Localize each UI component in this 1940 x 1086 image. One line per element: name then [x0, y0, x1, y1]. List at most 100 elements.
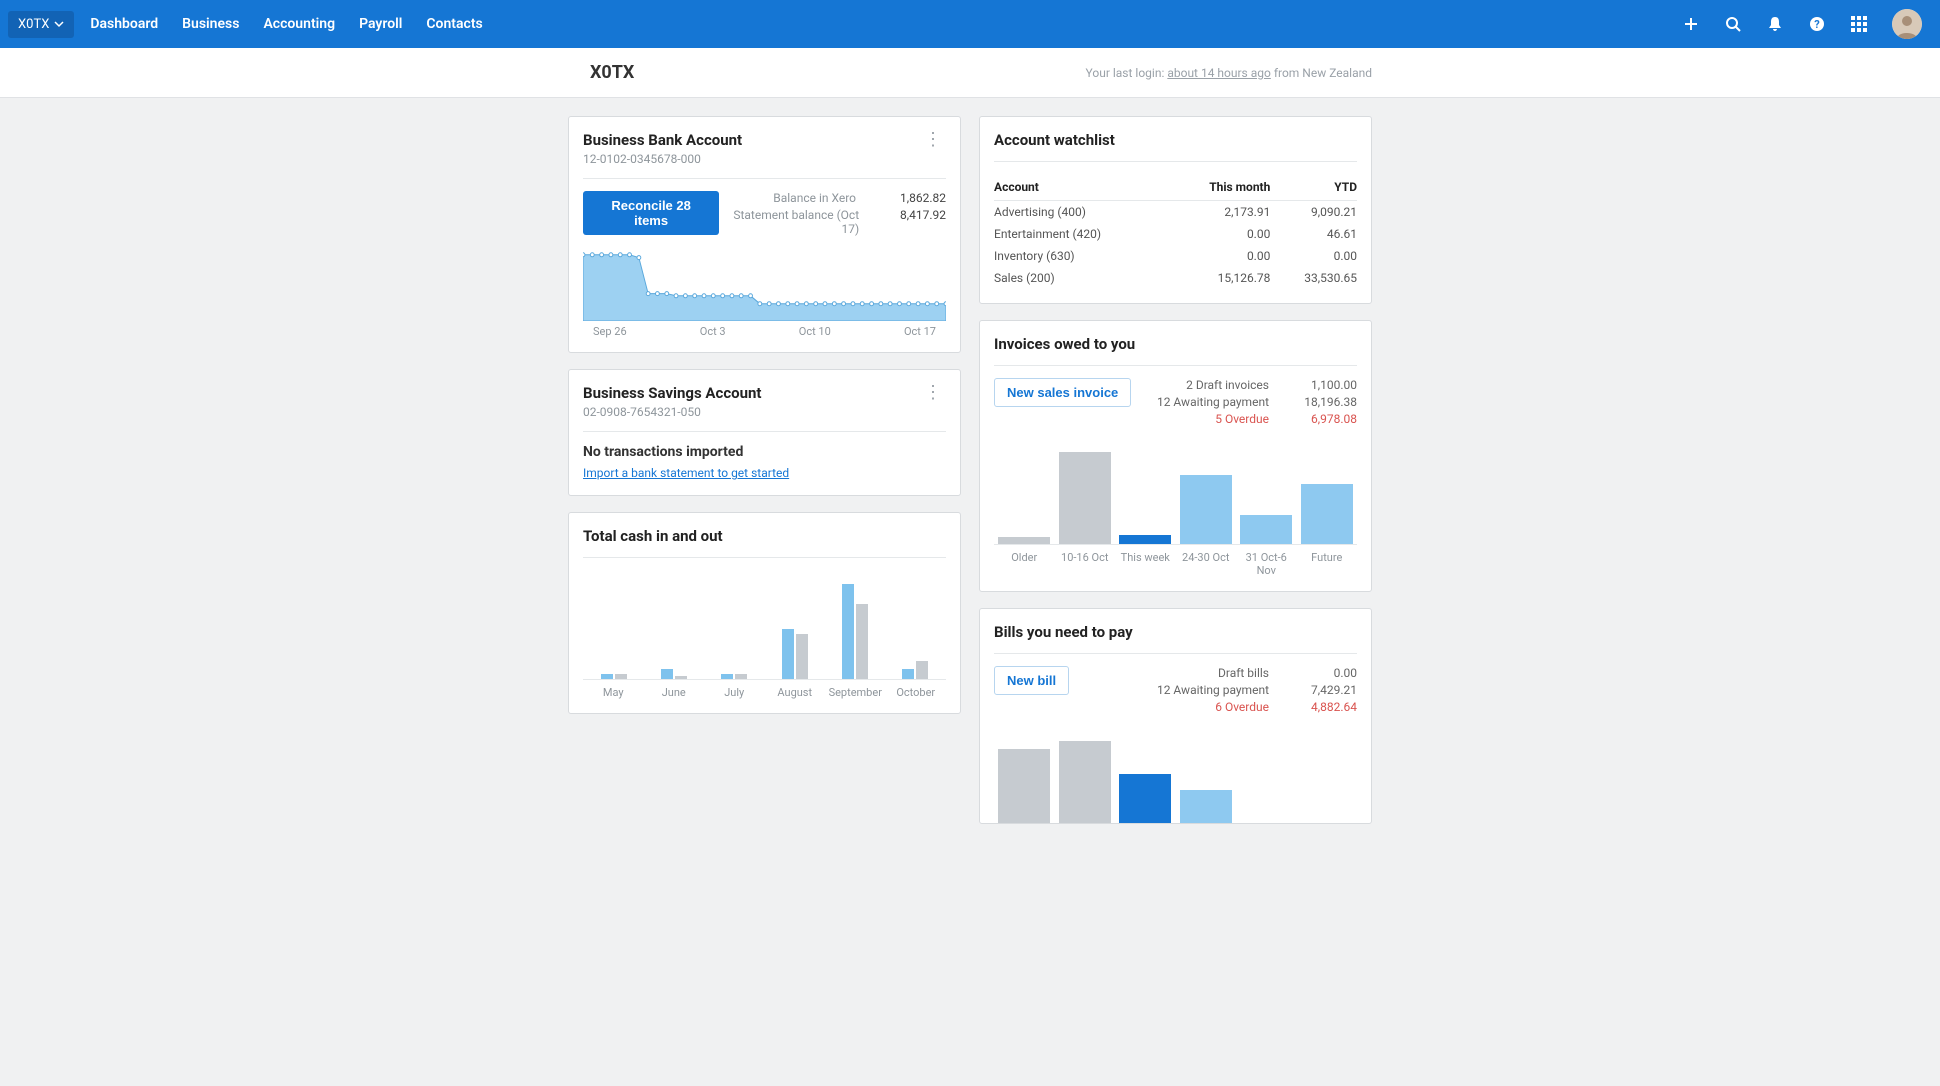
new-sales-invoice-button[interactable]: New sales invoice [994, 378, 1131, 407]
cell-ytd: 9,090.21 [1270, 201, 1357, 224]
no-transactions-text: No transactions imported [583, 444, 946, 460]
bar [1240, 515, 1292, 544]
card-cashflow: Total cash in and out May June July Augu… [568, 512, 961, 714]
stat-label: 5 Overdue [1215, 412, 1269, 426]
col-ytd: YTD [1270, 174, 1357, 201]
last-login-link[interactable]: about 14 hours ago [1167, 66, 1271, 80]
bar [675, 676, 687, 679]
table-row[interactable]: Inventory (630)0.000.00 [994, 245, 1357, 267]
bar [916, 661, 928, 679]
statement-balance-value: 8,417.92 [879, 208, 946, 236]
nav-contacts[interactable]: Contacts [426, 16, 482, 32]
divider [583, 178, 946, 179]
bar [856, 604, 868, 679]
new-bill-button[interactable]: New bill [994, 666, 1069, 695]
nav-business[interactable]: Business [182, 16, 239, 32]
table-row[interactable]: Sales (200)15,126.7833,530.65 [994, 267, 1357, 289]
cell-name: Entertainment (420) [994, 223, 1170, 245]
cell-ytd: 46.61 [1270, 223, 1357, 245]
bar [998, 537, 1050, 544]
stat-row[interactable]: Draft bills0.00 [1157, 666, 1357, 680]
bar [735, 674, 747, 679]
stat-row[interactable]: 6 Overdue 4,882.64 [1157, 700, 1357, 714]
bar-group [707, 674, 761, 679]
stat-label: 12 Awaiting payment [1157, 395, 1269, 409]
cell-month: 15,126.78 [1170, 267, 1270, 289]
table-row[interactable]: Advertising (400)2,173.919,090.21 [994, 201, 1357, 224]
nav: Dashboard Business Accounting Payroll Co… [90, 16, 482, 32]
divider [994, 365, 1357, 366]
dashboard-content: Business Bank Account 12-0102-0345678-00… [560, 116, 1380, 864]
x-label: July [704, 686, 765, 699]
org-selector[interactable]: X0TX [8, 11, 74, 38]
bills-title: Bills you need to pay [994, 623, 1357, 641]
topbar: X0TX Dashboard Business Accounting Payro… [0, 0, 1940, 48]
stat-label: 6 Overdue [1215, 700, 1269, 714]
cell-ytd: 33,530.65 [1270, 267, 1357, 289]
last-login-prefix: Your last login: [1086, 66, 1168, 80]
x-label: September [825, 686, 886, 699]
cell-month: 0.00 [1170, 245, 1270, 267]
bank-area-chart [583, 249, 946, 321]
apps-icon[interactable] [1850, 15, 1868, 33]
search-icon[interactable] [1724, 15, 1742, 33]
balance-xero-value: 1,862.82 [876, 191, 946, 205]
bar [1059, 741, 1111, 823]
import-statement-link[interactable]: Import a bank statement to get started [583, 466, 789, 480]
bank-account-title: Business Bank Account [583, 131, 742, 149]
plus-icon[interactable] [1682, 15, 1700, 33]
x-label: Sep 26 [593, 325, 627, 338]
kebab-icon[interactable]: ⋮ [920, 384, 946, 402]
bar-group [647, 669, 701, 679]
help-icon[interactable]: ? [1808, 15, 1826, 33]
cell-month: 2,173.91 [1170, 201, 1270, 224]
stat-row[interactable]: 2 Draft invoices 1,100.00 [1157, 378, 1357, 392]
stat-row[interactable]: 12 Awaiting payment18,196.38 [1157, 395, 1357, 409]
avatar[interactable] [1892, 9, 1922, 39]
col-month: This month [1170, 174, 1270, 201]
kebab-icon[interactable]: ⋮ [920, 131, 946, 149]
divider [583, 557, 946, 558]
divider [583, 431, 946, 432]
watchlist-title: Account watchlist [994, 131, 1357, 149]
bar [615, 674, 627, 679]
stat-row[interactable]: 5 Overdue6,978.08 [1157, 412, 1357, 426]
savings-account-title: Business Savings Account [583, 384, 761, 402]
bar-group [768, 629, 822, 679]
cashflow-title: Total cash in and out [583, 527, 946, 545]
x-label: 24-30 Oct [1176, 551, 1237, 577]
bar [782, 629, 794, 679]
stat-value: 4,882.64 [1287, 700, 1357, 714]
last-login-suffix: from New Zealand [1271, 66, 1372, 80]
stat-label: 2 Draft invoices [1186, 378, 1269, 392]
x-label: August [765, 686, 826, 699]
bar [1180, 475, 1232, 544]
bar-group [587, 674, 641, 679]
cell-ytd: 0.00 [1270, 245, 1357, 267]
invoices-title: Invoices owed to you [994, 335, 1357, 353]
card-bank-account: Business Bank Account 12-0102-0345678-00… [568, 116, 961, 353]
nav-payroll[interactable]: Payroll [359, 16, 402, 32]
nav-accounting[interactable]: Accounting [263, 16, 335, 32]
card-invoices: Invoices owed to you New sales invoice 2… [979, 320, 1372, 592]
table-row[interactable]: Entertainment (420)0.0046.61 [994, 223, 1357, 245]
x-label: May [583, 686, 644, 699]
bar [1119, 774, 1171, 823]
bar [902, 669, 914, 679]
right-column: Account watchlist Account This month YTD… [979, 116, 1372, 824]
x-label: Oct 3 [700, 325, 726, 338]
x-label: 10-16 Oct [1055, 551, 1116, 577]
card-bills: Bills you need to pay New bill Draft bil… [979, 608, 1372, 824]
bank-account-number: 12-0102-0345678-000 [583, 152, 742, 166]
invoices-chart [994, 445, 1357, 545]
reconcile-button[interactable]: Reconcile 28 items [583, 191, 719, 235]
topbar-right: ? [1682, 9, 1932, 39]
bar-group [828, 584, 882, 679]
stat-value: 1,100.00 [1287, 378, 1357, 392]
bar-group [888, 661, 942, 679]
bar [1119, 535, 1171, 544]
invoice-stats: 2 Draft invoices 1,100.00 12 Awaiting paym… [1157, 378, 1357, 429]
bell-icon[interactable] [1766, 15, 1784, 33]
nav-dashboard[interactable]: Dashboard [90, 16, 158, 32]
stat-row[interactable]: 12 Awaiting payment7,429.21 [1157, 683, 1357, 697]
